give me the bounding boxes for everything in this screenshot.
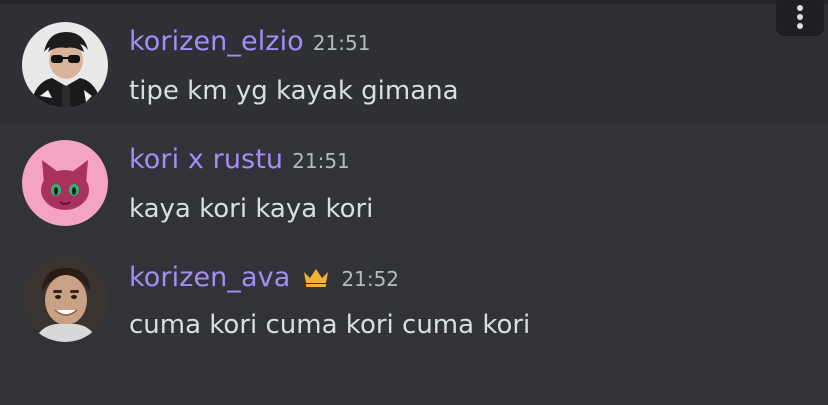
avatar[interactable] bbox=[22, 22, 108, 108]
message-item[interactable]: kori x rustu 21:51 kaya kori kaya kori bbox=[0, 122, 828, 240]
username[interactable]: korizen_elzio bbox=[129, 26, 304, 57]
avatar-photo-man-sunglasses-icon bbox=[22, 22, 108, 108]
timestamp[interactable]: 21:52 bbox=[341, 267, 399, 291]
message-item[interactable]: korizen_ava 21:52 cuma kori cuma kori cu… bbox=[0, 240, 828, 358]
username[interactable]: kori x rustu bbox=[129, 144, 283, 175]
crown-icon bbox=[302, 267, 330, 289]
username[interactable]: korizen_ava bbox=[129, 262, 290, 293]
message-header: korizen_elzio 21:51 bbox=[129, 26, 370, 57]
message-header: korizen_ava 21:52 bbox=[129, 262, 399, 293]
avatar[interactable] bbox=[22, 256, 108, 342]
timestamp[interactable]: 21:51 bbox=[292, 149, 350, 173]
avatar-pink-cat-cartoon-icon bbox=[22, 140, 108, 226]
avatar-photo-smiling-man-icon bbox=[22, 256, 108, 342]
avatar[interactable] bbox=[22, 140, 108, 226]
message-header: kori x rustu 21:51 bbox=[129, 144, 350, 175]
message-item[interactable]: korizen_elzio 21:51 tipe km yg kayak gim… bbox=[0, 0, 828, 122]
timestamp[interactable]: 21:51 bbox=[313, 31, 371, 55]
message-content: tipe km yg kayak gimana bbox=[129, 76, 459, 106]
more-vertical-icon bbox=[797, 5, 803, 29]
message-content: kaya kori kaya kori bbox=[129, 194, 374, 224]
message-content: cuma kori cuma kori cuma kori bbox=[129, 310, 531, 340]
more-options-button[interactable] bbox=[776, 0, 824, 36]
